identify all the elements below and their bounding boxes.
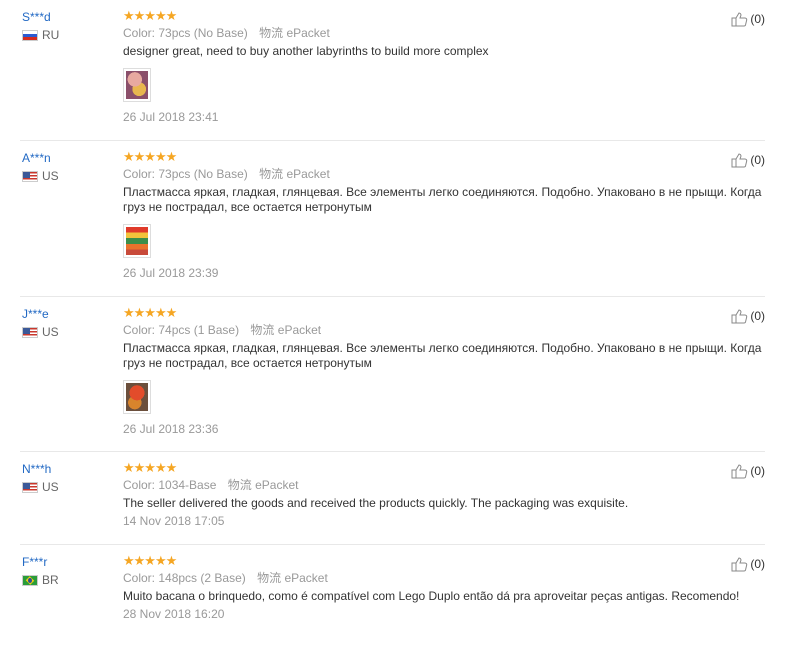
review-date: 26 Jul 2018 23:36 — [123, 422, 219, 436]
order-info: Color: 73pcs (No Base) 物流 ePacket — [123, 25, 765, 41]
feedback-list: S***d RU ★★★★★ Color: 73pcs (No Base) 物流… — [0, 0, 800, 651]
thumbs-up-icon — [731, 153, 748, 168]
helpful-button[interactable]: (0) — [731, 11, 765, 27]
color-label: Color: — [123, 323, 156, 337]
thumbs-up-icon — [731, 309, 748, 324]
reviewer: F***r BR — [22, 555, 122, 587]
review-photo-thumbnail[interactable] — [123, 224, 151, 258]
review-text: Пластмасса яркая, гладкая, глянцевая. Вс… — [123, 185, 762, 214]
usa-flag-icon — [22, 481, 38, 493]
star-rating: ★★★★★ — [123, 8, 177, 23]
helpful-button[interactable]: (0) — [731, 463, 765, 479]
review-body: ★★★★★ Color: 73pcs (No Base) 物流 ePacket … — [123, 141, 765, 280]
shipping-label: 物流 — [259, 26, 284, 40]
shipping-label: 物流 — [259, 167, 284, 181]
color-label: Color: — [123, 478, 156, 492]
country-code: US — [42, 169, 59, 183]
russia-flag-icon — [22, 29, 38, 41]
helpful-count: (0) — [750, 12, 765, 26]
review-text: Muito bacana o brinquedo, como é compatí… — [123, 589, 740, 603]
reviewer: S***d RU — [22, 10, 122, 42]
order-info: Color: 73pcs (No Base) 物流 ePacket — [123, 166, 765, 182]
helpful-count: (0) — [750, 464, 765, 478]
shipping-label: 物流 — [250, 323, 275, 337]
reviewer-country: RU — [22, 28, 122, 42]
review-item: A***n US ★★★★★ Color: 73pcs (No Base) 物流… — [20, 141, 765, 297]
color-value: 73pcs (No Base) — [158, 167, 248, 181]
color-label: Color: — [123, 167, 156, 181]
shipping-value: ePacket — [284, 571, 328, 585]
reviewer-name[interactable]: S***d — [22, 10, 122, 24]
star-rating: ★★★★★ — [123, 305, 177, 320]
review-date: 28 Nov 2018 16:20 — [123, 607, 225, 621]
review-text: The seller delivered the goods and recei… — [123, 496, 629, 510]
helpful-button[interactable]: (0) — [731, 556, 765, 572]
thumbs-up-icon — [731, 12, 748, 27]
reviewer-name[interactable]: N***h — [22, 462, 122, 476]
helpful-count: (0) — [750, 557, 765, 571]
order-info: Color: 148pcs (2 Base) 物流 ePacket — [123, 570, 765, 586]
usa-flag-icon — [22, 170, 38, 182]
order-info: Color: 74pcs (1 Base) 物流 ePacket — [123, 322, 765, 338]
star-rating: ★★★★★ — [123, 460, 177, 475]
helpful-count: (0) — [750, 309, 765, 323]
review-date: 14 Nov 2018 17:05 — [123, 514, 225, 528]
review-body: ★★★★★ Color: 148pcs (2 Base) 物流 ePacket … — [123, 545, 765, 622]
usa-flag-icon — [22, 326, 38, 338]
country-code: US — [42, 325, 59, 339]
review-body: ★★★★★ Color: 73pcs (No Base) 物流 ePacket … — [123, 0, 765, 124]
shipping-value: ePacket — [286, 26, 330, 40]
review-item: S***d RU ★★★★★ Color: 73pcs (No Base) 物流… — [20, 0, 765, 141]
country-code: BR — [42, 573, 59, 587]
shipping-label: 物流 — [227, 478, 252, 492]
review-item: N***h US ★★★★★ Color: 1034-Base 物流 ePack… — [20, 452, 765, 545]
star-rating: ★★★★★ — [123, 149, 177, 164]
reviewer-country: US — [22, 480, 122, 494]
reviewer-country: US — [22, 169, 122, 183]
review-date: 26 Jul 2018 23:39 — [123, 266, 219, 280]
helpful-button[interactable]: (0) — [731, 308, 765, 324]
color-label: Color: — [123, 26, 156, 40]
shipping-label: 物流 — [257, 571, 282, 585]
color-value: 73pcs (No Base) — [158, 26, 248, 40]
reviewer: J***e US — [22, 307, 122, 339]
review-body: ★★★★★ Color: 1034-Base 物流 ePacket The se… — [123, 452, 765, 529]
helpful-count: (0) — [750, 153, 765, 167]
reviewer: N***h US — [22, 462, 122, 494]
review-item: J***e US ★★★★★ Color: 74pcs (1 Base) 物流 … — [20, 297, 765, 452]
review-photo-thumbnail[interactable] — [123, 68, 151, 102]
color-value: 74pcs (1 Base) — [158, 323, 240, 337]
review-photo-thumbnail[interactable] — [123, 380, 151, 414]
review-date: 26 Jul 2018 23:41 — [123, 110, 219, 124]
reviewer-name[interactable]: J***e — [22, 307, 122, 321]
reviewer-country: BR — [22, 573, 122, 587]
reviewer-name[interactable]: F***r — [22, 555, 122, 569]
reviewer-country: US — [22, 325, 122, 339]
order-info: Color: 1034-Base 物流 ePacket — [123, 477, 765, 493]
review-item: F***r BR ★★★★★ Color: 148pcs (2 Base) 物流… — [20, 545, 765, 651]
review-text: Пластмасса яркая, гладкая, глянцевая. Вс… — [123, 341, 762, 370]
review-text: designer great, need to buy another laby… — [123, 44, 489, 58]
color-value: 1034-Base — [158, 478, 217, 492]
review-body: ★★★★★ Color: 74pcs (1 Base) 物流 ePacket П… — [123, 297, 765, 436]
shipping-value: ePacket — [255, 478, 299, 492]
shipping-value: ePacket — [277, 323, 322, 337]
shipping-value: ePacket — [286, 167, 330, 181]
thumbs-up-icon — [731, 557, 748, 572]
reviewer-name[interactable]: A***n — [22, 151, 122, 165]
star-rating: ★★★★★ — [123, 553, 177, 568]
color-value: 148pcs (2 Base) — [158, 571, 246, 585]
country-code: US — [42, 480, 59, 494]
country-code: RU — [42, 28, 60, 42]
thumbs-up-icon — [731, 464, 748, 479]
brazil-flag-icon — [22, 574, 38, 586]
color-label: Color: — [123, 571, 156, 585]
helpful-button[interactable]: (0) — [731, 152, 765, 168]
reviewer: A***n US — [22, 151, 122, 183]
